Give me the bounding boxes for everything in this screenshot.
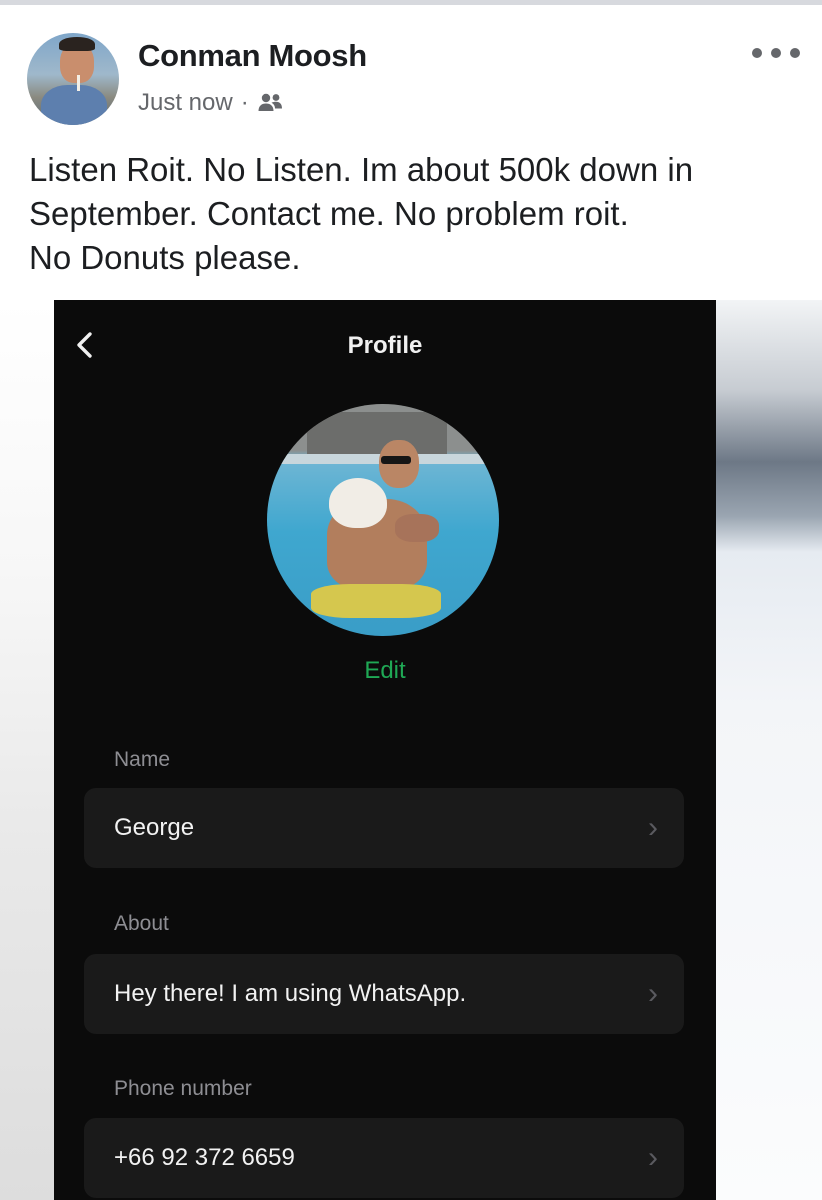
post-text-line: September. Contact me. No problem roit. <box>29 195 629 232</box>
more-options-icon[interactable] <box>752 43 800 63</box>
profile-title: Profile <box>347 332 423 359</box>
photo-dog <box>329 478 387 528</box>
chevron-right-icon: › <box>648 977 658 1010</box>
photo-building <box>307 412 447 456</box>
photo-sunglasses <box>381 456 411 464</box>
about-label: About <box>114 912 169 935</box>
photo-man-arm <box>395 514 439 542</box>
meta-separator: · <box>240 89 249 116</box>
attached-photo[interactable]: Profile Edit Name George › About Hey the… <box>0 300 822 1200</box>
chevron-right-icon: › <box>648 811 658 844</box>
phone-value: +66 92 372 6659 <box>114 1144 295 1171</box>
more-dot <box>790 48 800 58</box>
whatsapp-profile-screenshot: Profile Edit Name George › About Hey the… <box>54 300 716 1200</box>
post-timestamp[interactable]: Just now <box>138 89 233 117</box>
phone-label: Phone number <box>114 1077 252 1100</box>
profile-photo <box>267 404 499 636</box>
post-text-line: No Donuts please. <box>29 239 301 276</box>
chevron-right-icon: › <box>648 1141 658 1174</box>
author-avatar[interactable] <box>27 33 119 125</box>
post-meta: Just now · <box>138 89 283 117</box>
avatar-shirt <box>41 85 107 125</box>
avatar-hair <box>59 37 95 51</box>
more-dot <box>752 48 762 58</box>
avatar-cigarette <box>77 75 80 91</box>
author-name[interactable]: Conman Moosh <box>138 38 367 74</box>
post-header: Conman Moosh Just now · Listen Roit. No … <box>0 5 822 300</box>
photo-man-head <box>379 440 419 488</box>
name-label: Name <box>114 748 171 771</box>
about-row: Hey there! I am using WhatsApp. › <box>84 954 684 1034</box>
photo-shorts <box>311 584 441 618</box>
edit-photo-link: Edit <box>364 657 406 684</box>
post-text: Listen Roit. No Listen. Im about 500k do… <box>29 148 799 280</box>
more-dot <box>771 48 781 58</box>
friends-icon[interactable] <box>257 91 283 115</box>
name-value: George <box>114 814 195 841</box>
photo-background-right <box>716 300 822 1200</box>
name-row: George › <box>84 788 684 868</box>
about-value: Hey there! I am using WhatsApp. <box>114 980 467 1007</box>
phone-row: +66 92 372 6659 › <box>84 1118 684 1198</box>
post-text-line: Listen Roit. No Listen. Im about 500k do… <box>29 151 694 188</box>
photo-background-left <box>0 300 54 1200</box>
